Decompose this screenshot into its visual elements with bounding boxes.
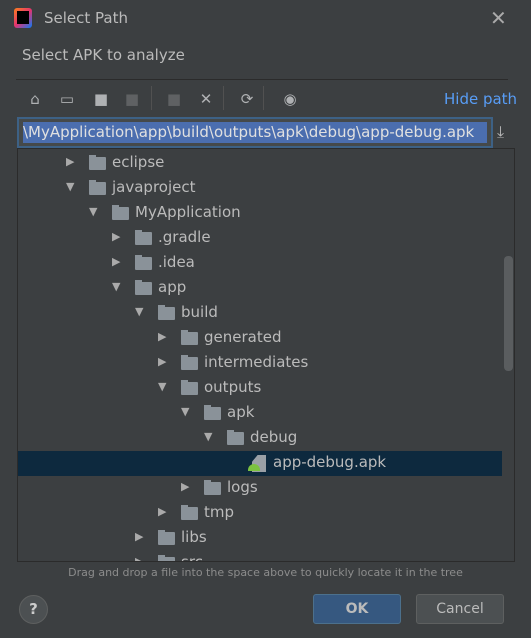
desktop-icon[interactable]: ▭ <box>56 88 78 110</box>
tree-item[interactable]: ▶ .gradle <box>18 226 502 251</box>
tree-item[interactable]: ▼ MyApplication <box>18 201 502 226</box>
collapsed-arrow-icon[interactable]: ▶ <box>158 355 166 368</box>
path-input[interactable]: \MyApplication\app\build\outputs\apk\deb… <box>17 117 493 148</box>
tree-item-label: src <box>181 553 203 562</box>
expanded-arrow-icon[interactable]: ▼ <box>158 380 166 393</box>
tree-item-label: outputs <box>204 378 262 396</box>
drag-drop-hint: Drag and drop a file into the space abov… <box>68 566 463 579</box>
tree-item[interactable]: ▼ apk <box>18 401 502 426</box>
tree-item-label: .gradle <box>158 228 211 246</box>
tree-item[interactable]: ▼ debug <box>18 426 502 451</box>
show-hidden-icon[interactable]: ◉ <box>279 88 301 110</box>
folder-icon <box>89 155 106 170</box>
folder-icon <box>181 330 198 345</box>
file-tree[interactable]: ▶ eclipse ▼ javaproject ▼ MyApplication ▶ .grad… <box>17 148 515 562</box>
tree-item-label: .idea <box>158 253 195 271</box>
folder-icon <box>204 405 221 420</box>
refresh-icon[interactable]: ⟳ <box>236 88 258 110</box>
ok-button[interactable]: OK <box>313 594 401 624</box>
tree-item-label: build <box>181 303 218 321</box>
tree-item[interactable]: ▼ javaproject <box>18 176 502 201</box>
tree-item[interactable]: ▶ src <box>18 551 502 562</box>
tree-item-label: libs <box>181 528 207 546</box>
folder-icon <box>135 255 152 270</box>
tree-item-label: javaproject <box>112 178 196 196</box>
expanded-arrow-icon[interactable]: ▼ <box>181 405 189 418</box>
tree-item-label: app <box>158 278 187 296</box>
folder-icon <box>135 280 152 295</box>
tree-item-label: generated <box>204 328 282 346</box>
toolbar-separator <box>151 86 152 110</box>
dialog-title: Select Path <box>44 9 128 27</box>
tree-scrollbar[interactable] <box>504 256 513 371</box>
collapsed-arrow-icon[interactable]: ▶ <box>66 155 74 168</box>
tree-item[interactable]: ▼ build <box>18 301 502 326</box>
tree-item[interactable]: ▶ logs <box>18 476 502 501</box>
collapsed-arrow-icon[interactable]: ▶ <box>181 480 189 493</box>
cancel-button[interactable]: Cancel <box>416 594 504 624</box>
tree-item[interactable]: ▶ libs <box>18 526 502 551</box>
help-button[interactable]: ? <box>19 595 48 624</box>
tree-item[interactable]: app-debug.apk <box>18 451 502 476</box>
download-icon[interactable]: ⤓ <box>497 122 504 142</box>
tree-item[interactable]: ▶ generated <box>18 326 502 351</box>
expanded-arrow-icon[interactable]: ▼ <box>135 305 143 318</box>
folder-icon <box>158 555 175 561</box>
delete-icon[interactable]: ✕ <box>195 88 217 110</box>
project-folder-icon[interactable]: ■ <box>90 88 112 110</box>
new-folder-icon[interactable]: ■ <box>163 88 185 110</box>
collapsed-arrow-icon[interactable]: ▶ <box>158 505 166 518</box>
divider <box>16 79 508 80</box>
tree-item[interactable]: ▼ app <box>18 276 502 301</box>
close-icon[interactable]: ✕ <box>490 6 507 30</box>
tree-item[interactable]: ▶ intermediates <box>18 351 502 376</box>
tree-item[interactable]: ▶ eclipse <box>18 151 502 176</box>
toolbar-separator <box>223 86 224 110</box>
dialog-subtitle: Select APK to analyze <box>22 46 185 64</box>
tree-item-label: MyApplication <box>135 203 241 221</box>
folder-icon <box>227 430 244 445</box>
android-icon <box>248 464 260 471</box>
tree-item[interactable]: ▼ outputs <box>18 376 502 401</box>
folder-icon <box>204 480 221 495</box>
intellij-logo-icon <box>14 8 32 28</box>
collapsed-arrow-icon[interactable]: ▶ <box>158 330 166 343</box>
collapsed-arrow-icon[interactable]: ▶ <box>112 230 120 243</box>
tree-item-label: eclipse <box>112 153 165 171</box>
hide-path-link[interactable]: Hide path <box>444 90 517 108</box>
collapsed-arrow-icon[interactable]: ▶ <box>135 555 143 561</box>
folder-icon <box>181 380 198 395</box>
expanded-arrow-icon[interactable]: ▼ <box>89 205 97 218</box>
expanded-arrow-icon[interactable]: ▼ <box>66 180 74 193</box>
collapsed-arrow-icon[interactable]: ▶ <box>112 255 120 268</box>
expanded-arrow-icon[interactable]: ▼ <box>112 280 120 293</box>
folder-icon <box>158 305 175 320</box>
tree-item-label: app-debug.apk <box>273 453 387 471</box>
home-icon[interactable]: ⌂ <box>24 88 46 110</box>
path-input-value: \MyApplication\app\build\outputs\apk\deb… <box>23 122 487 143</box>
tree-item-label: intermediates <box>204 353 309 371</box>
tree-item-label: tmp <box>204 503 235 521</box>
module-folder-icon[interactable]: ■ <box>121 88 143 110</box>
tree-item[interactable]: ▶ .idea <box>18 251 502 276</box>
tree-item-label: debug <box>250 428 298 446</box>
folder-icon <box>135 230 152 245</box>
collapsed-arrow-icon[interactable]: ▶ <box>135 530 143 543</box>
folder-icon <box>181 355 198 370</box>
tree-item[interactable]: ▶ tmp <box>18 501 502 526</box>
folder-icon <box>112 205 129 220</box>
folder-icon <box>158 530 175 545</box>
tree-item-label: logs <box>227 478 258 496</box>
tree-item-label: apk <box>227 403 255 421</box>
folder-icon <box>181 505 198 520</box>
toolbar-separator <box>263 86 264 110</box>
folder-icon <box>89 180 106 195</box>
expanded-arrow-icon[interactable]: ▼ <box>204 430 212 443</box>
